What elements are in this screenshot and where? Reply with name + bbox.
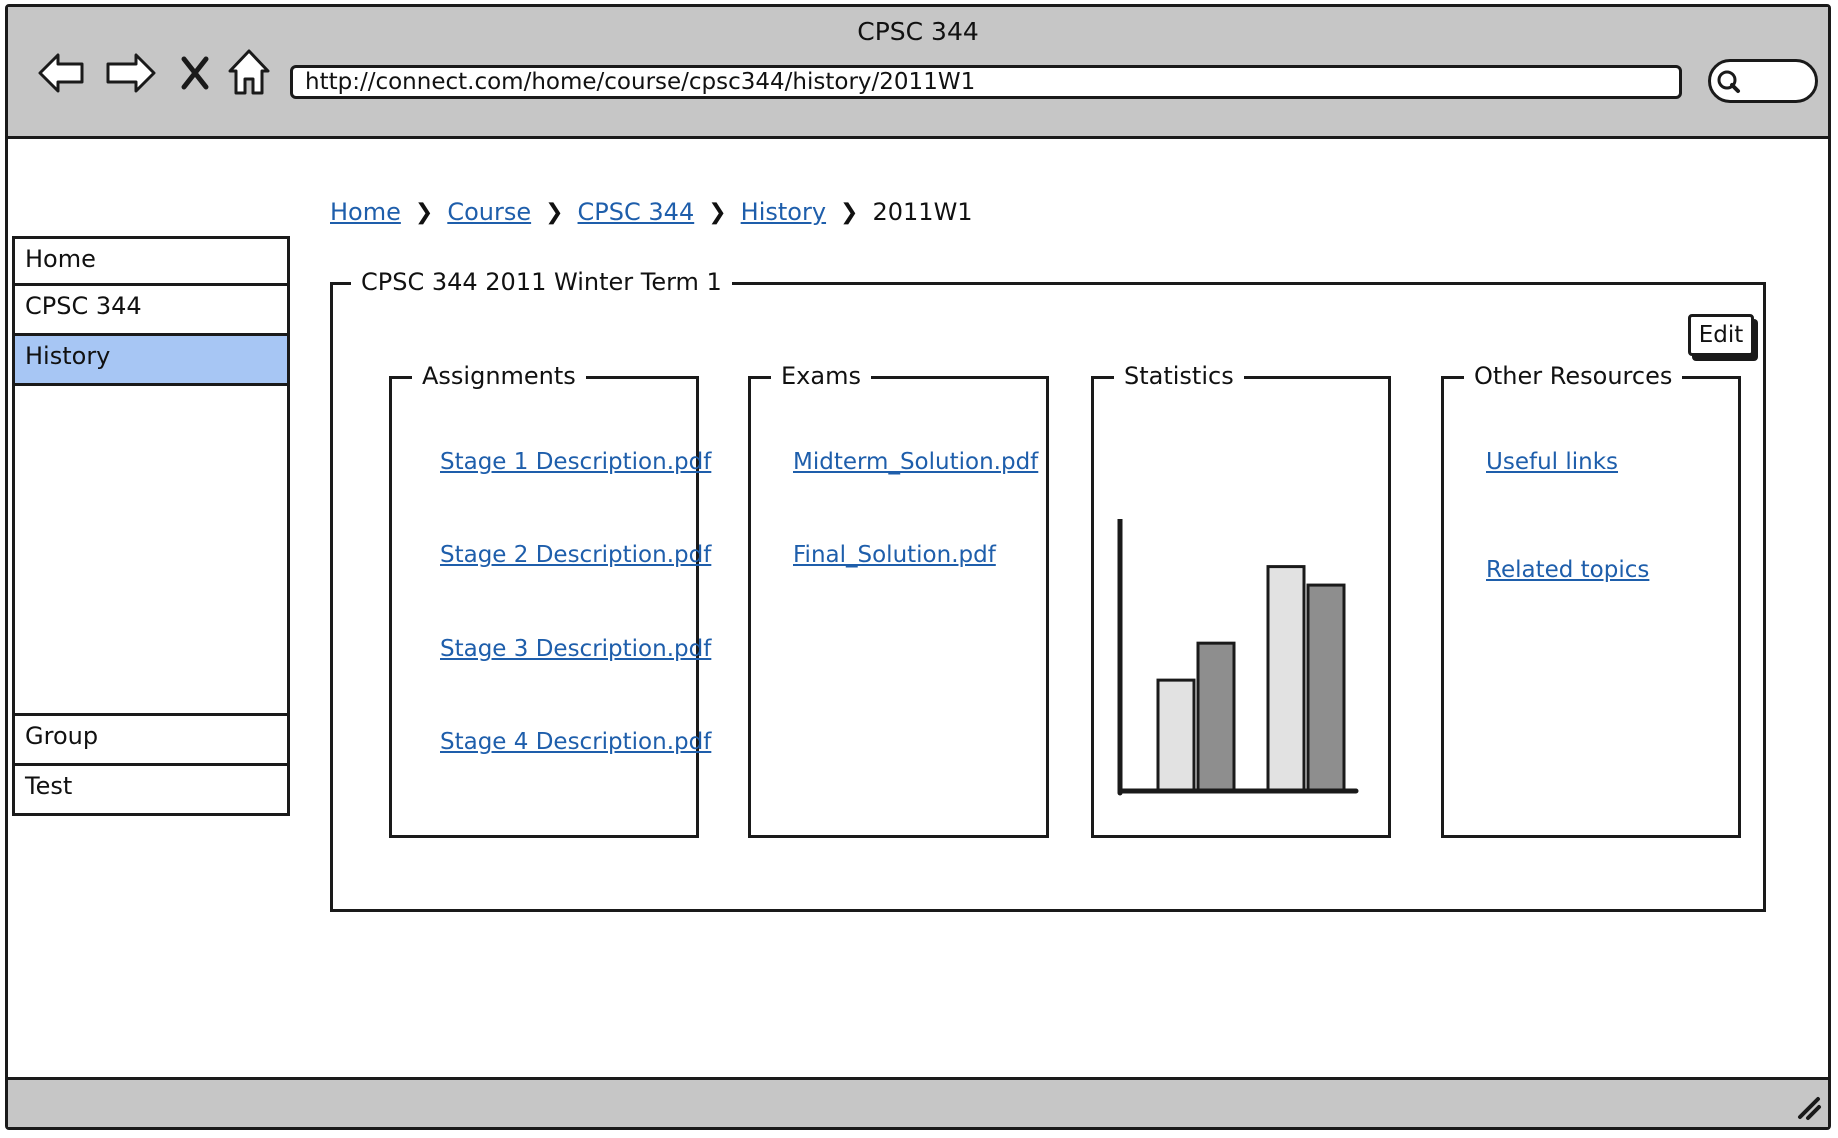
edit-button[interactable]: Edit <box>1688 314 1754 356</box>
breadcrumb: Home ❯ Course ❯ CPSC 344 ❯ History ❯ 201… <box>330 198 973 226</box>
chevron-right-icon: ❯ <box>545 199 564 225</box>
breadcrumb-current: 2011W1 <box>872 198 973 226</box>
window-title: CPSC 344 <box>857 17 979 46</box>
url-input[interactable]: http://connect.com/home/course/cpsc344/h… <box>290 65 1682 99</box>
browser-search-field[interactable] <box>1708 59 1818 103</box>
term-panel-title: CPSC 344 2011 Winter Term 1 <box>351 268 732 296</box>
assignments-title: Assignments <box>412 362 586 390</box>
sidebar-item-home[interactable]: Home <box>12 236 290 286</box>
browser-titlebar: CPSC 344 http://connect.com/home/course/… <box>8 7 1828 139</box>
statistics-title: Statistics <box>1114 362 1244 390</box>
assignment-link[interactable]: Stage 3 Description.pdf <box>440 636 711 662</box>
home-icon[interactable] <box>226 47 272 99</box>
exams-title: Exams <box>771 362 871 390</box>
resize-grip-icon[interactable] <box>1792 1091 1822 1121</box>
chevron-right-icon: ❯ <box>840 199 859 225</box>
exams-panel: Exams Midterm_Solution.pdf Final_Solutio… <box>748 362 1049 838</box>
chart-bar <box>1156 678 1196 793</box>
useful-links-link[interactable]: Useful links <box>1486 449 1618 475</box>
sidebar-empty-space <box>12 386 290 716</box>
back-arrow-icon[interactable] <box>36 51 86 95</box>
chevron-right-icon: ❯ <box>708 199 727 225</box>
assignment-link[interactable]: Stage 1 Description.pdf <box>440 449 711 475</box>
breadcrumb-cpsc344[interactable]: CPSC 344 <box>578 198 695 226</box>
stop-icon[interactable] <box>180 55 210 91</box>
sidebar: Home CPSC 344 History Group Test <box>12 236 290 816</box>
forward-arrow-icon[interactable] <box>104 51 158 95</box>
assignment-link[interactable]: Stage 2 Description.pdf <box>440 542 711 568</box>
chart-bar <box>1196 641 1236 793</box>
statistics-panel: Statistics <box>1091 362 1391 838</box>
breadcrumb-history[interactable]: History <box>741 198 826 226</box>
chevron-right-icon: ❯ <box>414 199 434 225</box>
chart-bar <box>1266 565 1306 793</box>
assignments-panel: Assignments Stage 1 Description.pdf Stag… <box>389 362 711 838</box>
breadcrumb-home[interactable]: Home <box>330 198 401 226</box>
sidebar-item-test[interactable]: Test <box>12 766 290 816</box>
browser-statusbar <box>8 1077 1828 1127</box>
breadcrumb-course[interactable]: Course <box>447 198 531 226</box>
other-resources-panel: Other Resources Useful links Related top… <box>1441 362 1741 838</box>
related-topics-link[interactable]: Related topics <box>1486 557 1649 583</box>
sidebar-item-cpsc344[interactable]: CPSC 344 <box>12 286 290 336</box>
exam-link[interactable]: Midterm_Solution.pdf <box>793 449 1038 475</box>
other-resources-title: Other Resources <box>1464 362 1683 390</box>
chart-bar <box>1306 583 1346 793</box>
exam-link[interactable]: Final_Solution.pdf <box>793 542 996 568</box>
sidebar-item-group[interactable]: Group <box>12 716 290 766</box>
statistics-bar-chart <box>1117 519 1359 796</box>
assignment-link[interactable]: Stage 4 Description.pdf <box>440 729 711 755</box>
sidebar-item-history[interactable]: History <box>12 336 290 386</box>
search-icon <box>1717 70 1740 93</box>
